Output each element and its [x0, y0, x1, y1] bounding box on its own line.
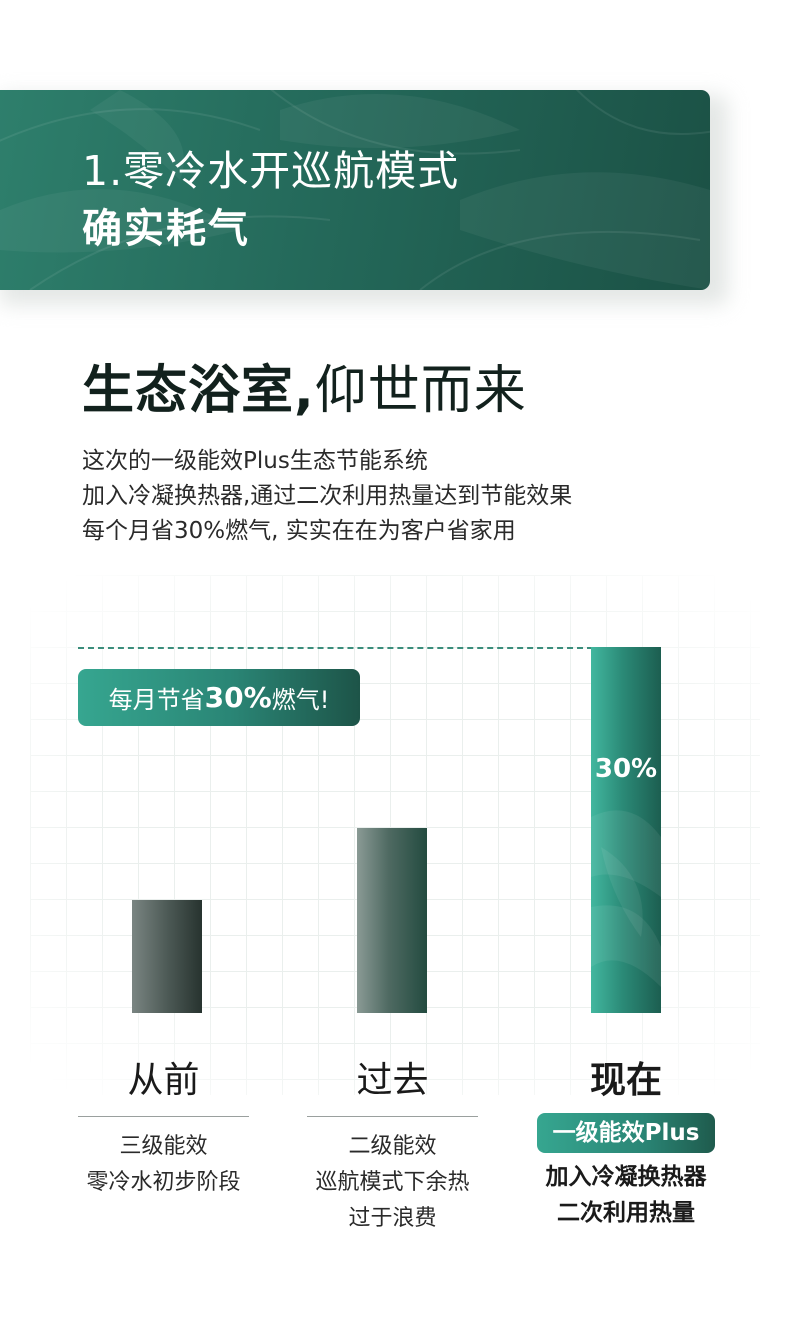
- callout-prefix: 每月节省: [108, 686, 205, 714]
- description-line: 这次的一级能效Plus生态节能系统: [82, 448, 428, 474]
- column-divider: [307, 1116, 478, 1117]
- efficiency-badge: 一级能效Plus: [536, 1113, 716, 1153]
- column-divider: [78, 1116, 249, 1117]
- reference-dashed-line: [78, 647, 593, 649]
- leaf-texture: [591, 810, 661, 987]
- bar-value-label: 30%: [594, 754, 658, 784]
- callout-suffix: 燃气!: [271, 686, 330, 714]
- callout-emphasis: 30%: [204, 681, 272, 714]
- column-text: 二级能效: [348, 1134, 437, 1159]
- headline-bold: 生态浴室,: [82, 361, 315, 421]
- column-text: 加入冷凝换热器: [545, 1164, 707, 1190]
- column-title: 从前: [127, 1060, 200, 1101]
- column-past-2: 过去 二级能效 巡航模式下余热 过于浪费: [307, 1063, 478, 1237]
- column-text: 巡航模式下余热: [315, 1170, 470, 1195]
- column-past-1: 从前 三级能效 零冷水初步阶段: [78, 1063, 249, 1201]
- column-text: 零冷水初步阶段: [86, 1170, 241, 1195]
- column-text: 三级能效: [119, 1134, 208, 1159]
- savings-callout: 每月节省 30% 燃气!: [78, 669, 360, 726]
- description-line: 每个月省30%燃气, 实实在在为客户省家用: [82, 518, 516, 544]
- column-now: 现在 一级能效Plus 加入冷凝换热器 二次利用热量: [528, 1063, 724, 1231]
- bar-now: 30%: [591, 647, 661, 1013]
- headline: 生态浴室,仰世而来: [82, 365, 527, 417]
- column-text: 过于浪费: [348, 1206, 437, 1231]
- banner-title: 1.零冷水开巡航模式: [82, 147, 460, 195]
- bar-past-2: [357, 828, 427, 1013]
- headline-light: 仰世而来: [314, 361, 527, 421]
- column-text: 二次利用热量: [557, 1200, 695, 1226]
- bar-past-1: [132, 900, 202, 1013]
- banner-subtitle: 确实耗气: [82, 206, 250, 252]
- description: 这次的一级能效Plus生态节能系统 加入冷凝换热器,通过二次利用热量达到节能效果…: [82, 444, 572, 549]
- column-title: 现在: [589, 1060, 662, 1101]
- description-line: 加入冷凝换热器,通过二次利用热量达到节能效果: [82, 483, 573, 509]
- column-title: 过去: [356, 1060, 429, 1101]
